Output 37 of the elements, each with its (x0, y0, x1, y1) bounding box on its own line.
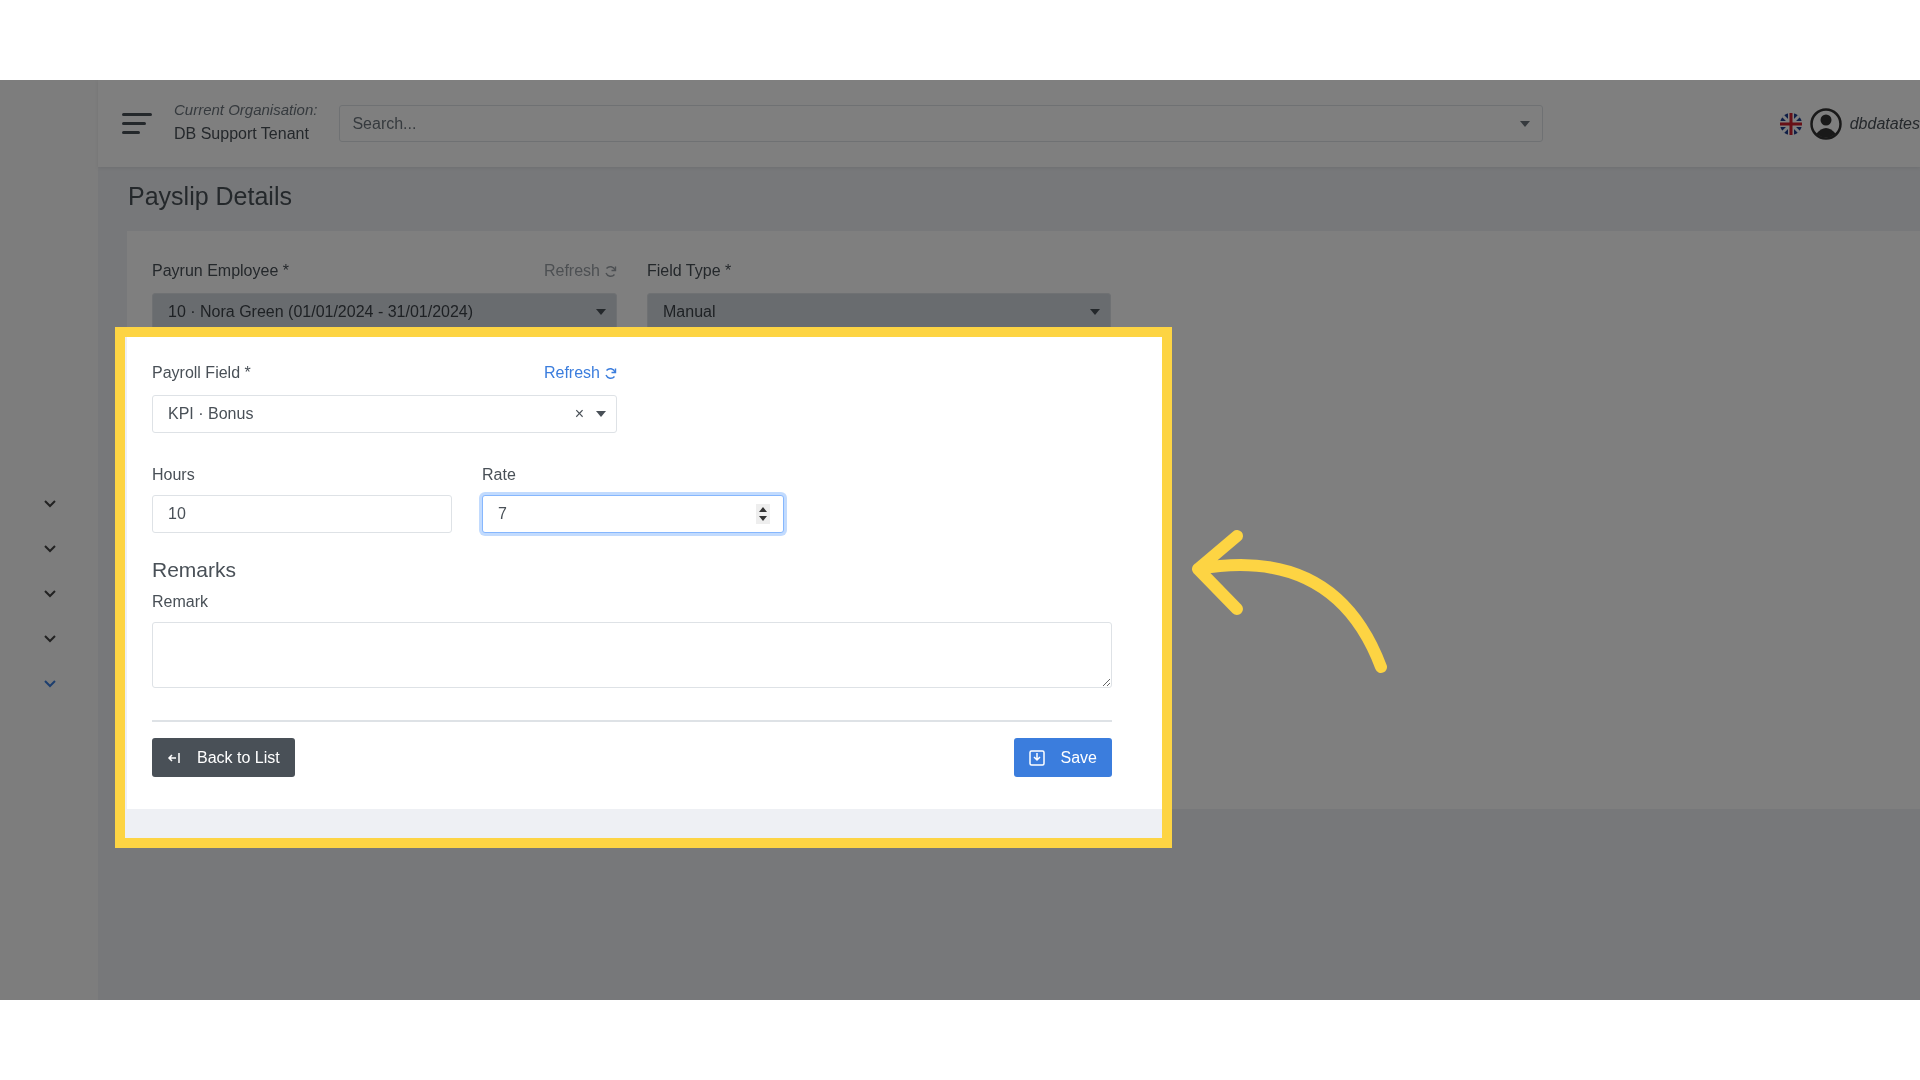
organisation-label: Current Organisation: (174, 101, 318, 120)
page-title: Payslip Details (128, 181, 293, 211)
clear-button[interactable]: × (574, 402, 584, 426)
caret-icon (596, 411, 606, 417)
refresh-icon (604, 264, 617, 278)
select-field[interactable]: KPI · Bonus × (152, 395, 617, 433)
caret-icon (596, 309, 606, 315)
field-label: Remark (152, 592, 208, 613)
username[interactable]: dbdatates (1849, 111, 1920, 136)
chevron-down-icon[interactable] (44, 680, 56, 688)
field-label: Hours (152, 465, 195, 485)
text-field[interactable]: 7 (482, 495, 784, 533)
chevron-down-icon[interactable] (44, 635, 56, 643)
caret-icon (1520, 120, 1531, 127)
spinner-icon[interactable] (756, 504, 770, 524)
menu-icon[interactable] (122, 111, 152, 136)
organisation-name: DB Support Tenant (174, 124, 310, 145)
remark-field[interactable] (152, 622, 1112, 689)
chevron-down-icon[interactable] (44, 500, 56, 508)
search-field[interactable]: Search... (339, 105, 1544, 142)
section-title: Remarks (152, 557, 237, 583)
field-label: Rate (482, 465, 516, 485)
back-arrow-icon (167, 751, 181, 764)
refresh-icon (604, 366, 617, 380)
caret-icon (1090, 309, 1100, 315)
refresh-link[interactable]: Refresh (543, 361, 617, 385)
text-field[interactable]: 10 (152, 495, 452, 533)
back-button[interactable]: Back to List (152, 738, 295, 778)
flag-icon[interactable] (1779, 112, 1802, 135)
field-label: Payrun Employee * (152, 261, 289, 281)
chevron-down-icon[interactable] (44, 590, 56, 598)
save-button[interactable]: Save (1013, 738, 1112, 778)
field-label: Payroll Field * (152, 363, 251, 383)
avatar-icon[interactable] (1809, 107, 1842, 140)
chevron-down-icon[interactable] (44, 545, 56, 553)
save-icon (1028, 749, 1045, 766)
field-label: Field Type * (647, 261, 732, 281)
